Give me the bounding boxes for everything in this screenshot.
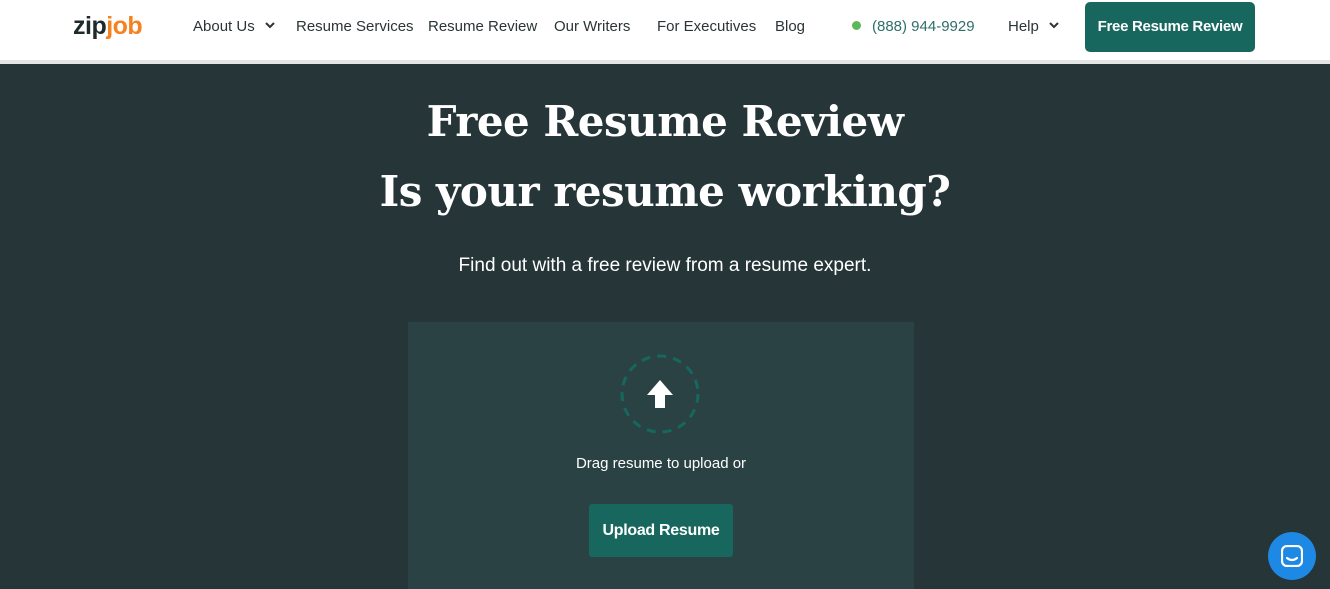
nav-about-us[interactable]: About Us [193,17,275,37]
nav-help-label: Help [1008,18,1039,35]
free-resume-review-button[interactable]: Free Resume Review [1085,2,1255,52]
nav-our-writers[interactable]: Our Writers [554,17,630,37]
nav-resume-review[interactable]: Resume Review [428,17,537,37]
hero-question: Is your resume working? [379,167,951,216]
chat-launcher-button[interactable] [1268,532,1316,580]
phone-link[interactable]: (888) 944-9929 [852,17,975,37]
nav-blog[interactable]: Blog [775,17,805,37]
nav-about-us-label: About Us [193,18,255,35]
upload-resume-button[interactable]: Upload Resume [589,504,733,557]
logo-zip: zip [73,12,107,40]
logo-job: job [106,12,143,40]
hero-subtitle: Find out with a free review from a resum… [458,255,872,276]
upload-arrow-icon [620,354,700,434]
nav-help[interactable]: Help [1008,17,1059,37]
online-status-icon [852,21,861,30]
resume-dropzone[interactable]: Drag resume to upload or Upload Resume [408,322,914,589]
chevron-down-icon [265,22,275,29]
chevron-down-icon [1049,22,1059,29]
phone-number: (888) 944-9929 [872,18,975,35]
nav-for-executives[interactable]: For Executives [657,17,756,37]
nav-resume-services[interactable]: Resume Services [296,17,414,37]
drag-instructions: Drag resume to upload or [575,455,747,472]
header-divider [0,60,1330,64]
site-header: zipjob About Us Resume Services Resume R… [0,0,1330,60]
hero-title: Free Resume Review [426,97,904,146]
zipjob-logo[interactable]: zipjob [73,11,143,41]
chat-icon [1281,545,1303,567]
